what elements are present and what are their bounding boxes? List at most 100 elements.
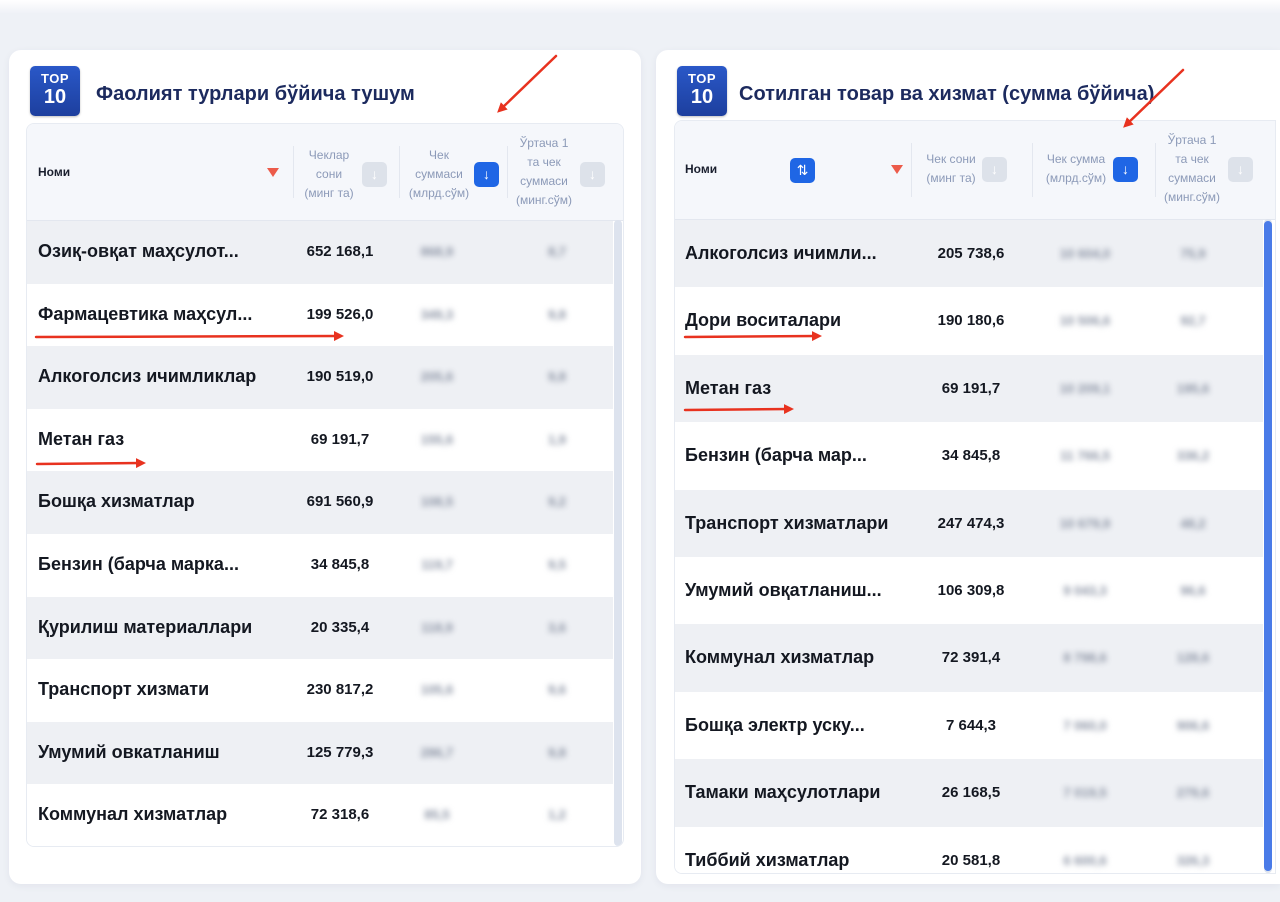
row-check-sum-blurred: 108,5 xyxy=(420,494,454,510)
col-header-name: Номи xyxy=(685,162,718,176)
table-row[interactable]: Тамаки маҳсулотлари 26 168,5 7 019,5 279,6 xyxy=(675,759,1263,828)
table-row[interactable]: Бензин (барча марка... 34 845,8 119,7 9,5 xyxy=(27,534,613,598)
card-title: Фаолият турлари бўйича тушум xyxy=(96,83,415,105)
row-avg-sum-blurred: 75,9 xyxy=(1180,246,1206,261)
row-avg-sum-blurred: 9,8 xyxy=(547,306,567,322)
table-row[interactable]: Метан газ 69 191,7 155,6 1,9 xyxy=(27,408,613,473)
row-check-count: 106 309,8 xyxy=(937,582,1005,599)
col-header-avg-l1: Ўртача 1 xyxy=(519,136,569,150)
row-check-count: 20 581,8 xyxy=(941,851,1001,869)
row-name: Фармацевтика маҳсул... xyxy=(38,303,253,324)
row-name: Озиқ-овқат маҳсулот... xyxy=(38,241,239,261)
goods-table: Номи ⇅ Чек сони (минг та) ↓ Чек сумма (м… xyxy=(674,120,1276,874)
header-divider xyxy=(1032,143,1033,197)
sort-count-arrow-down-icon[interactable]: ↓ xyxy=(982,157,1007,182)
table-row[interactable]: Қурилиш материаллари 20 335,4 118,9 3,6 xyxy=(27,596,613,661)
sort-count-arrow-down-icon[interactable]: ↓ xyxy=(362,162,387,187)
row-check-count: 652 168,1 xyxy=(306,243,374,260)
row-avg-sum-blurred: 279,6 xyxy=(1176,785,1210,801)
table-row[interactable]: Фармацевтика маҳсул... 199 526,0 349,3 9,8 xyxy=(27,283,613,348)
row-name: Бошқа хизматлар xyxy=(38,491,195,512)
col-header-sum: Чек сумма (млрд.сўм) xyxy=(1036,150,1116,188)
row-name: Умумий овкатланиш xyxy=(38,741,220,762)
table-row[interactable]: Бошқа электр ускy... 7 644,3 7 060,0 906,6 xyxy=(675,691,1263,761)
row-name: Бензин (барча марка... xyxy=(38,554,239,574)
scrollbar-thumb[interactable] xyxy=(1264,221,1272,871)
row-avg-sum-blurred: 128,6 xyxy=(1176,650,1210,666)
table-row[interactable]: Бензин (барча мар... 34 845,8 11 766,5 336,… xyxy=(675,422,1263,491)
row-check-sum-blurred: 105,6 xyxy=(420,682,454,698)
row-avg-sum-blurred: 906,6 xyxy=(1176,717,1210,733)
table-row[interactable]: Транспорт хизмати 230 817,2 105,6 9,6 xyxy=(27,659,613,723)
table-row[interactable]: Коммунал хизматлар 72 318,6 85,5 1,2 xyxy=(27,784,613,846)
row-check-count: 69 191,7 xyxy=(310,430,370,448)
table-row[interactable]: Алкоголсиз ичимликлар 190 519,0 205,6 9,8 xyxy=(27,346,613,410)
row-check-sum-blurred: 11 766,5 xyxy=(1060,448,1110,464)
row-avg-sum-blurred: 96,6 xyxy=(1180,583,1206,598)
table-row[interactable]: Умумий овқатланиш... 106 309,8 9 043,3 96,6 xyxy=(675,557,1263,626)
row-name: Бензин (барча мар... xyxy=(685,445,867,466)
row-avg-sum-blurred: 9,8 xyxy=(547,744,567,760)
row-check-count: 190 519,0 xyxy=(306,368,374,386)
row-avg-sum-blurred: 3,6 xyxy=(547,619,567,635)
row-check-count: 72 391,4 xyxy=(941,649,1001,667)
table-row[interactable]: Дори воситалари 190 180,6 10 506,6 92,7 xyxy=(675,287,1263,356)
table-header: Номи ⇅ Чек сони (минг та) ↓ Чек сумма (м… xyxy=(675,121,1275,220)
filter-triangle-icon[interactable] xyxy=(891,165,903,174)
table-header: Номи Чеклар сони (минг та) ↓ Чек суммаси… xyxy=(27,124,623,221)
row-avg-sum-blurred: 9,5 xyxy=(547,557,567,572)
table-row[interactable]: Транспорт хизматлари 247 474,3 10 679,9 48,… xyxy=(675,489,1263,558)
row-avg-sum-blurred: 1,9 xyxy=(547,431,567,447)
filter-triangle-icon[interactable] xyxy=(267,168,279,177)
top10-activity-card: TOP 10 Фаолият турлари бўйича тушум Номи… xyxy=(9,50,641,884)
row-avg-sum-blurred: 1,2 xyxy=(547,807,567,823)
col-header-avg: Ўртача 1 та чек суммаси (минг.сўм) xyxy=(1155,131,1229,207)
table-row[interactable]: Озиқ-овқат маҳсулот... 652 168,1 868,9 8,7 xyxy=(27,221,613,285)
row-name: Алкоголсиз ичимликлар xyxy=(38,366,257,387)
row-check-sum-blurred: 205,6 xyxy=(420,369,454,385)
row-check-count: 125 779,3 xyxy=(306,743,374,761)
sort-up-down-icon[interactable]: ⇅ xyxy=(790,158,815,183)
row-name: Транспорт хизматлари xyxy=(685,512,889,533)
col-header-avg-l4: (минг.сўм) xyxy=(515,193,573,207)
table-row[interactable]: Умумий овкатланиш 125 779,3 286,7 9,8 xyxy=(27,721,613,786)
row-name: Метан газ xyxy=(685,377,772,398)
row-check-sum-blurred: 10 604,0 xyxy=(1059,246,1111,261)
scrollbar-track[interactable] xyxy=(614,220,622,846)
row-check-count: 199 526,0 xyxy=(306,305,374,323)
row-name: Дори воситалари xyxy=(685,310,842,331)
col-header-count-l2: (минг та) xyxy=(926,171,976,185)
row-check-sum-blurred: 10 209,1 xyxy=(1059,380,1111,396)
table-row[interactable]: Коммунал хизматлар 72 391,4 8 798,6 128,6 xyxy=(675,624,1263,693)
badge-top-label: TOP xyxy=(688,71,716,86)
row-check-count: 20 335,4 xyxy=(310,618,370,636)
table-row[interactable]: Метан газ 69 191,7 10 209,1 195,6 xyxy=(675,354,1263,424)
row-name: Алкоголсиз ичимли... xyxy=(685,243,877,263)
table-row[interactable]: Тиббий хизматлар 20 581,8 6 600,6 326,3 xyxy=(675,826,1263,873)
row-check-sum-blurred: 155,6 xyxy=(420,431,454,447)
table-row[interactable]: Алкоголсиз ичимли... 205 738,6 10 604,0 75,… xyxy=(675,220,1263,289)
col-header-sum-l2: (млрд.сўм) xyxy=(1045,171,1107,185)
row-name: Коммунал хизматлар xyxy=(38,804,228,825)
row-avg-sum-blurred: 195,6 xyxy=(1176,380,1210,396)
sort-avg-arrow-down-icon[interactable]: ↓ xyxy=(580,162,605,187)
sort-avg-arrow-down-icon[interactable]: ↓ xyxy=(1228,157,1253,182)
row-avg-sum-blurred: 326,3 xyxy=(1176,852,1210,868)
row-check-sum-blurred: 349,3 xyxy=(420,306,454,322)
table-row[interactable]: Бошқа хизматлар 691 560,9 108,5 9,2 xyxy=(27,471,613,535)
badge-top-label: TOP xyxy=(41,71,69,86)
sort-sum-arrow-down-icon[interactable]: ↓ xyxy=(1113,157,1138,182)
row-check-count: 34 845,8 xyxy=(941,447,1001,465)
row-check-sum-blurred: 118,9 xyxy=(421,619,453,635)
row-avg-sum-blurred: 9,6 xyxy=(547,682,567,698)
sort-sum-arrow-down-icon[interactable]: ↓ xyxy=(474,162,499,187)
row-avg-sum-blurred: 336,2 xyxy=(1176,448,1210,464)
row-name: Қурилиш материаллари xyxy=(38,616,253,637)
col-header-sum-l2: суммаси xyxy=(415,167,463,181)
col-header-count-l2: сони xyxy=(315,167,343,181)
row-check-sum-blurred: 8 798,6 xyxy=(1063,650,1107,666)
row-check-sum-blurred: 119,7 xyxy=(421,557,453,572)
row-check-count: 230 817,2 xyxy=(306,681,374,699)
col-header-avg-l3: суммаси xyxy=(1168,171,1216,185)
row-check-sum-blurred: 7 060,0 xyxy=(1063,717,1107,733)
